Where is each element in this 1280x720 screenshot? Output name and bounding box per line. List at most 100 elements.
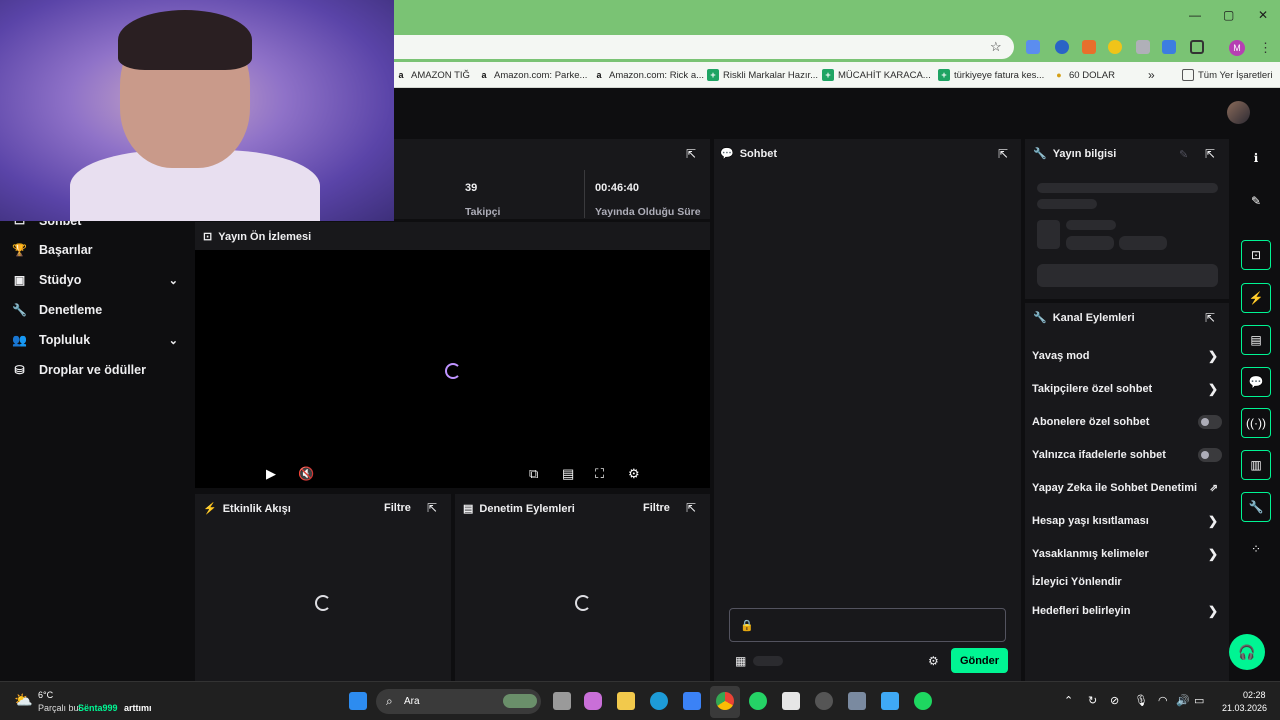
address-bar[interactable] — [300, 35, 1014, 59]
preview-quick-icon[interactable]: ⊡ — [1241, 240, 1271, 270]
popout-icon[interactable]: ⇱ — [998, 147, 1008, 161]
tray-app-icon[interactable]: ↻ — [1088, 694, 1097, 707]
edge-icon[interactable] — [650, 692, 668, 710]
bookmark-item[interactable]: + türkiyeye fatura kes... — [938, 67, 1044, 83]
task-view-icon[interactable] — [553, 692, 571, 710]
action-set-goals[interactable]: Hedefleri belirleyin ❯ — [1032, 602, 1222, 620]
help-headset-icon[interactable]: 🎧 — [1229, 634, 1265, 670]
fullscreen-icon[interactable]: ⛶ — [595, 466, 604, 482]
popout-icon[interactable]: ⇱ — [1205, 147, 1215, 161]
clock-time[interactable]: 02:28 — [1243, 690, 1266, 700]
bookmark-item[interactable]: a AMAZON TIĞ — [395, 67, 469, 83]
popout-icon[interactable]: ⇱ — [1205, 311, 1215, 325]
document-quick-icon[interactable]: ▤ — [1241, 325, 1271, 355]
broadcast-quick-icon[interactable]: ((·)) — [1241, 408, 1271, 438]
edit-icon[interactable]: ✎ — [1241, 186, 1271, 216]
tray-app-icon[interactable]: ⊘ — [1110, 694, 1119, 707]
bookmark-item[interactable]: ● 60 DOLAR — [1053, 67, 1115, 83]
action-slow-mode[interactable]: Yavaş mod ❯ — [1032, 347, 1222, 365]
copilot-icon[interactable] — [584, 692, 602, 710]
close-icon[interactable]: ✕ — [1258, 8, 1268, 22]
bookmark-item[interactable]: + Riskli Markalar Hazır... — [707, 67, 818, 83]
action-raid-viewers[interactable]: İzleyici Yönlendir — [1032, 573, 1222, 591]
edit-pencil-icon[interactable]: ✎ — [1179, 148, 1188, 161]
all-bookmarks-button[interactable]: Tüm Yer İşaretleri — [1182, 67, 1272, 83]
wrench-quick-icon[interactable]: 🔧 — [1241, 492, 1271, 522]
points-skeleton — [753, 656, 783, 666]
info-icon[interactable]: ℹ — [1241, 143, 1271, 173]
bookmark-star-icon[interactable]: ☆ — [990, 39, 1002, 55]
lightning-quick-icon[interactable]: ⚡ — [1241, 283, 1271, 313]
play-icon[interactable]: ▶ — [266, 466, 276, 482]
shield-extension-icon[interactable] — [1136, 40, 1150, 54]
kebab-menu-icon[interactable]: ⋮ — [1259, 40, 1272, 56]
bookmarks-overflow-button[interactable]: » — [1148, 67, 1155, 83]
search-label: Ara — [404, 696, 420, 707]
popout-icon[interactable]: ⇱ — [686, 501, 696, 515]
chrome-icon[interactable] — [716, 692, 734, 710]
user-avatar[interactable] — [1227, 101, 1250, 124]
translate-extension-icon[interactable] — [1026, 40, 1040, 54]
extension-icon[interactable] — [1055, 40, 1069, 54]
clock-date[interactable]: 21.03.2026 — [1222, 703, 1267, 713]
bookmark-item[interactable]: a Amazon.com: Parke... — [478, 67, 587, 83]
app-icon[interactable] — [782, 692, 800, 710]
emote-only-toggle[interactable] — [1198, 448, 1222, 462]
apps-icon[interactable]: ⁘ — [1241, 534, 1271, 564]
file-explorer-icon[interactable] — [617, 692, 635, 710]
extension-icon[interactable] — [1162, 40, 1176, 54]
theater-icon[interactable]: ▤ — [562, 466, 574, 482]
battery-icon[interactable]: ▭ — [1194, 694, 1204, 707]
popout-icon[interactable]: ⇱ — [686, 147, 696, 161]
skeleton-block — [1037, 264, 1218, 287]
bookmark-item[interactable]: + MÜCAHİT KARACA... — [822, 67, 931, 83]
mute-icon[interactable]: 🔇 — [298, 466, 314, 482]
notepad-icon[interactable] — [881, 692, 899, 710]
minimize-icon[interactable]: — — [1189, 8, 1201, 22]
sheets-icon: + — [822, 69, 834, 81]
sidebar-item-drops[interactable]: ⛁ Droplar ve ödüller — [12, 360, 180, 380]
chat-quick-icon[interactable]: 💬 — [1241, 367, 1271, 397]
webcam-overlay — [0, 0, 394, 221]
subscribers-only-toggle[interactable] — [1198, 415, 1222, 429]
action-ai-moderation[interactable]: Yapay Zeka ile Sohbet Denetimi ⇗ — [1032, 479, 1222, 497]
puzzle-icon[interactable] — [1190, 40, 1204, 54]
popout-icon[interactable]: ⇱ — [427, 501, 437, 515]
spotify-icon[interactable] — [914, 692, 932, 710]
wifi-icon[interactable]: ◠ — [1158, 694, 1168, 707]
app-icon[interactable] — [815, 692, 833, 710]
action-followers-only[interactable]: Takipçilere özel sohbet ❯ — [1032, 380, 1222, 398]
store-app-icon[interactable] — [683, 692, 701, 710]
sidebar-item-studio[interactable]: ▣ Stüdyo ⌄ — [12, 270, 180, 290]
windows-start-icon[interactable] — [349, 692, 367, 710]
activity-filter-button[interactable]: Filtre — [384, 502, 411, 514]
uptime-value: 00:46:40 — [595, 182, 640, 194]
volume-icon[interactable]: 🔊 — [1176, 694, 1190, 707]
action-account-age[interactable]: Hesap yaşı kısıtlaması ❯ — [1032, 512, 1222, 530]
pip-icon[interactable]: ⧉ — [529, 466, 538, 482]
whatsapp-icon[interactable] — [749, 692, 767, 710]
calculator-icon[interactable] — [848, 692, 866, 710]
wrench-icon: 🔧 — [12, 303, 27, 317]
sidebar-item-community[interactable]: 👥 Topluluk ⌄ — [12, 330, 180, 350]
mod-filter-button[interactable]: Filtre — [643, 502, 670, 514]
folder-icon — [1182, 69, 1194, 81]
settings-gear-icon[interactable]: ⚙ — [628, 466, 640, 482]
action-blocked-terms[interactable]: Yasaklanmış kelimeler ❯ — [1032, 545, 1222, 563]
profile-avatar[interactable]: M — [1229, 40, 1245, 56]
layout-quick-icon[interactable]: ▥ — [1241, 450, 1271, 480]
extension-icon[interactable] — [1082, 40, 1096, 54]
trophy-icon: 🏆 — [12, 243, 27, 257]
tray-chevron-icon[interactable]: ⌃ — [1064, 694, 1073, 707]
document-icon: ▤ — [463, 503, 474, 515]
sidebar-item-achievements[interactable]: 🏆 Başarılar — [12, 240, 180, 260]
store-icon[interactable]: ▦ — [735, 654, 746, 668]
sidebar-item-moderation[interactable]: 🔧 Denetleme — [12, 300, 180, 320]
chat-settings-icon[interactable]: ⚙ — [928, 654, 939, 668]
extension-icon[interactable] — [1108, 40, 1122, 54]
bookmark-item[interactable]: a Amazon.com: Rick a... — [593, 67, 704, 83]
send-button[interactable]: Gönder — [951, 648, 1008, 673]
chat-input[interactable] — [729, 608, 1006, 642]
microphone-icon[interactable]: 🎙 — [1134, 694, 1148, 707]
maximize-icon[interactable]: ▢ — [1223, 8, 1234, 22]
